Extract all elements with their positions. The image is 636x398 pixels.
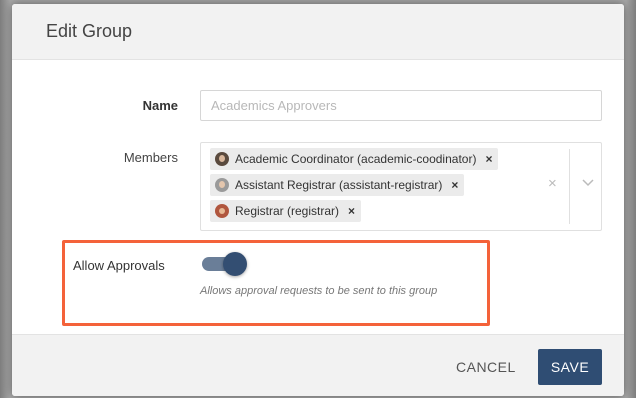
save-button[interactable]: SAVE xyxy=(538,349,602,385)
member-chip: Registrar (registrar) × xyxy=(210,200,362,222)
remove-member-icon[interactable]: × xyxy=(348,204,355,218)
members-select[interactable]: Academic Coordinator (academic-coodinato… xyxy=(200,142,602,231)
allow-approvals-help: Allows approval requests to be sent to t… xyxy=(200,285,438,297)
dialog-header: Edit Group xyxy=(12,4,624,60)
members-label: Members xyxy=(123,150,178,165)
chevron-down-icon[interactable] xyxy=(581,175,595,189)
name-label: Name xyxy=(142,98,178,113)
member-chip-label: Academic Coordinator (academic-coodinato… xyxy=(235,152,477,166)
allow-approvals-toggle[interactable] xyxy=(202,252,247,276)
name-input[interactable] xyxy=(200,90,602,121)
member-chip-label: Registrar (registrar) xyxy=(235,204,340,218)
dialog-title: Edit Group xyxy=(46,21,133,41)
user-avatar xyxy=(215,152,229,166)
highlight-box xyxy=(62,240,490,326)
member-chip: Academic Coordinator (academic-coodinato… xyxy=(210,148,499,170)
clear-all-icon[interactable]: × xyxy=(548,175,557,192)
cancel-button[interactable]: CANCEL xyxy=(446,354,526,380)
member-chips: Academic Coordinator (academic-coodinato… xyxy=(210,148,530,226)
toggle-knob xyxy=(223,252,247,276)
member-chip-label: Assistant Registrar (assistant-registrar… xyxy=(235,178,443,192)
allow-approvals-label: Allow Approvals xyxy=(73,258,165,273)
edit-group-dialog: Edit Group Name Members Academic Coordin… xyxy=(12,4,624,396)
remove-member-icon[interactable]: × xyxy=(485,152,492,166)
user-avatar xyxy=(215,178,229,192)
select-separator xyxy=(569,149,570,224)
user-avatar xyxy=(215,204,229,218)
remove-member-icon[interactable]: × xyxy=(451,178,458,192)
dialog-footer: CANCEL SAVE xyxy=(12,334,624,396)
member-chip: Assistant Registrar (assistant-registrar… xyxy=(210,174,465,196)
